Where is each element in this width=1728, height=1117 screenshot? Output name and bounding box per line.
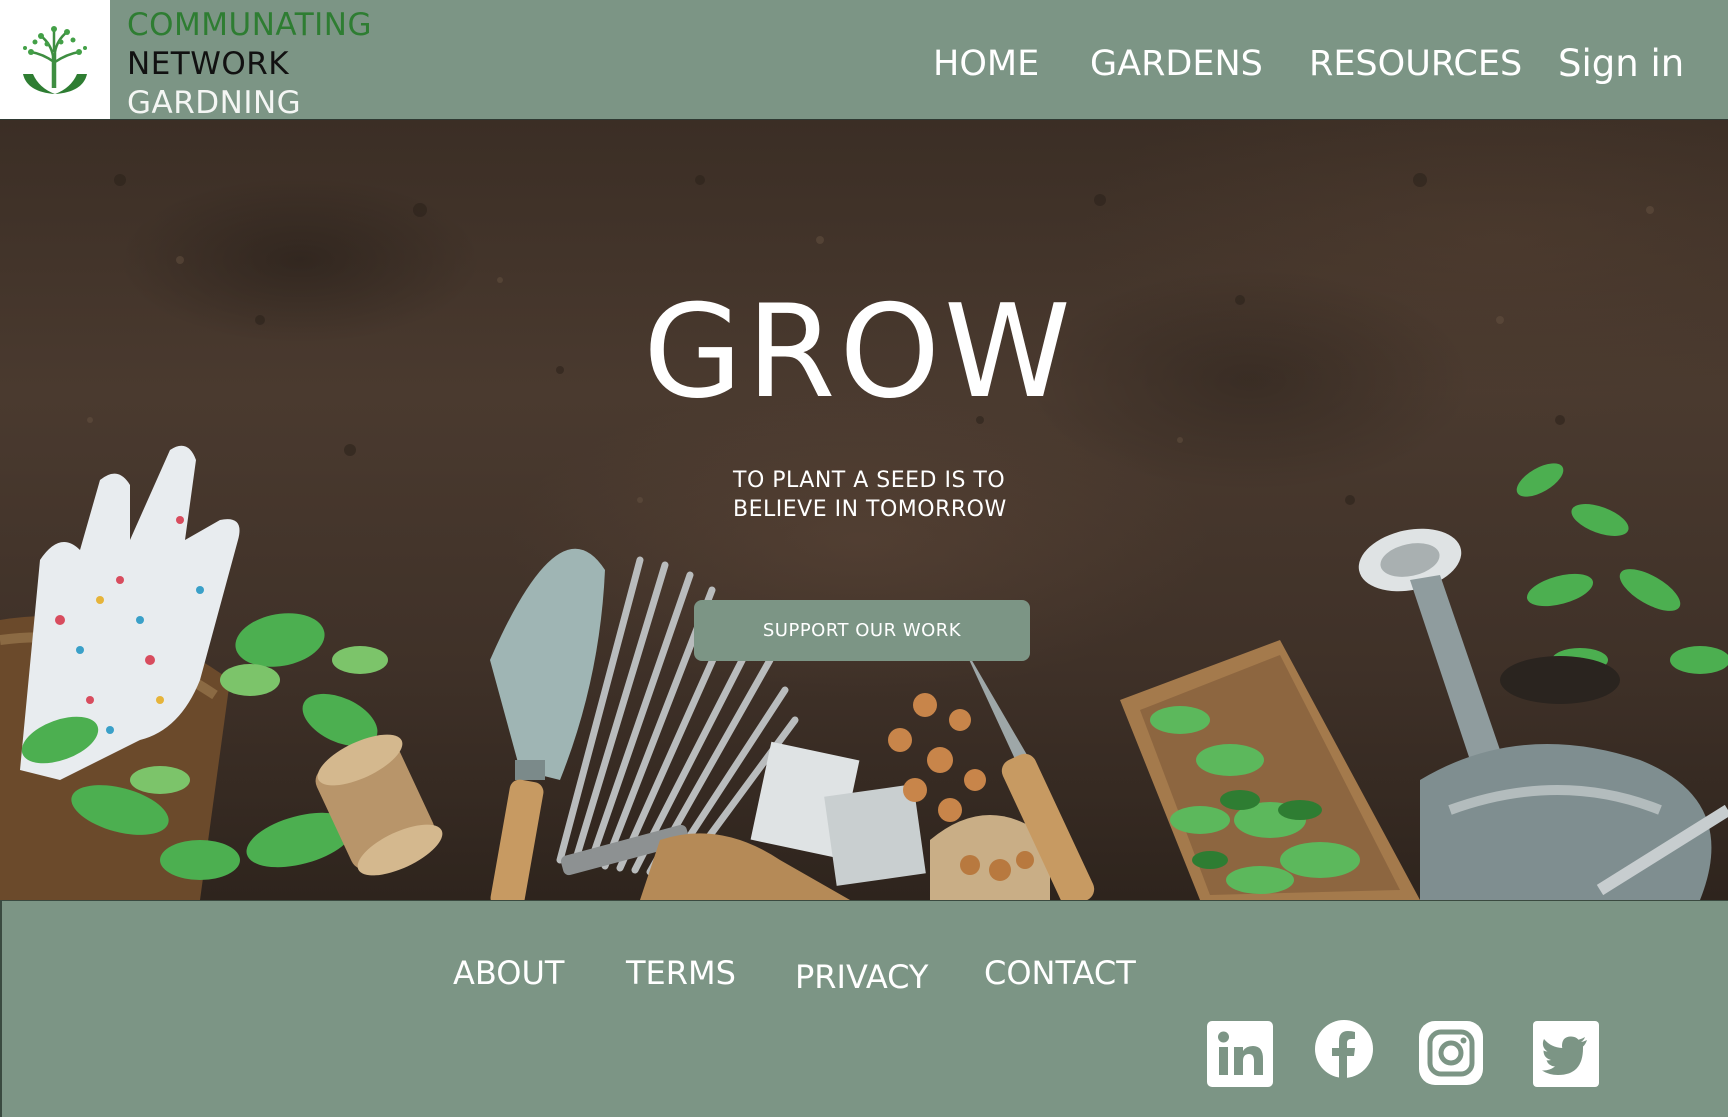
footer-link-contact[interactable]: CONTACT (984, 953, 1136, 993)
support-our-work-button[interactable]: SUPPORT OUR WORK (694, 600, 1030, 661)
nav-resources[interactable]: RESOURCES (1309, 42, 1522, 86)
hero-banner: GROW TO PLANT A SEED IS TO BELIEVE IN TO… (0, 120, 1728, 900)
footer-link-about[interactable]: ABOUT (453, 953, 564, 993)
brand-line-3: GARDNING (127, 85, 302, 121)
brand-name: COMMUNATING NETWORK GARDNING (127, 6, 372, 123)
hero-tagline-line-2: BELIEVE IN TOMORROW (733, 497, 1007, 522)
site-header: COMMUNATING NETWORK GARDNING HOME GARDEN… (0, 0, 1728, 123)
footer-link-privacy[interactable]: PRIVACY (795, 957, 928, 997)
site-footer: ABOUT TERMS PRIVACY CONTACT (0, 900, 1728, 1117)
twitter-icon[interactable] (1533, 1021, 1599, 1087)
tree-hands-logo-icon (23, 25, 87, 94)
facebook-icon[interactable] (1315, 1020, 1381, 1086)
logo[interactable] (0, 0, 110, 119)
sign-in-link[interactable]: Sign in (1558, 42, 1684, 86)
instagram-icon[interactable] (1419, 1021, 1485, 1087)
hero-tagline-line-1: TO PLANT A SEED IS TO (733, 468, 1006, 493)
linkedin-icon[interactable] (1207, 1021, 1273, 1087)
brand-line-2: NETWORK (127, 46, 290, 82)
nav-home[interactable]: HOME (933, 42, 1039, 86)
footer-link-terms[interactable]: TERMS (626, 953, 736, 993)
hero-title: GROW (643, 278, 1075, 427)
brand-line-1: COMMUNATING (127, 7, 373, 43)
hero-tagline: TO PLANT A SEED IS TO BELIEVE IN TOMORRO… (733, 466, 1053, 524)
nav-gardens[interactable]: GARDENS (1090, 42, 1263, 86)
